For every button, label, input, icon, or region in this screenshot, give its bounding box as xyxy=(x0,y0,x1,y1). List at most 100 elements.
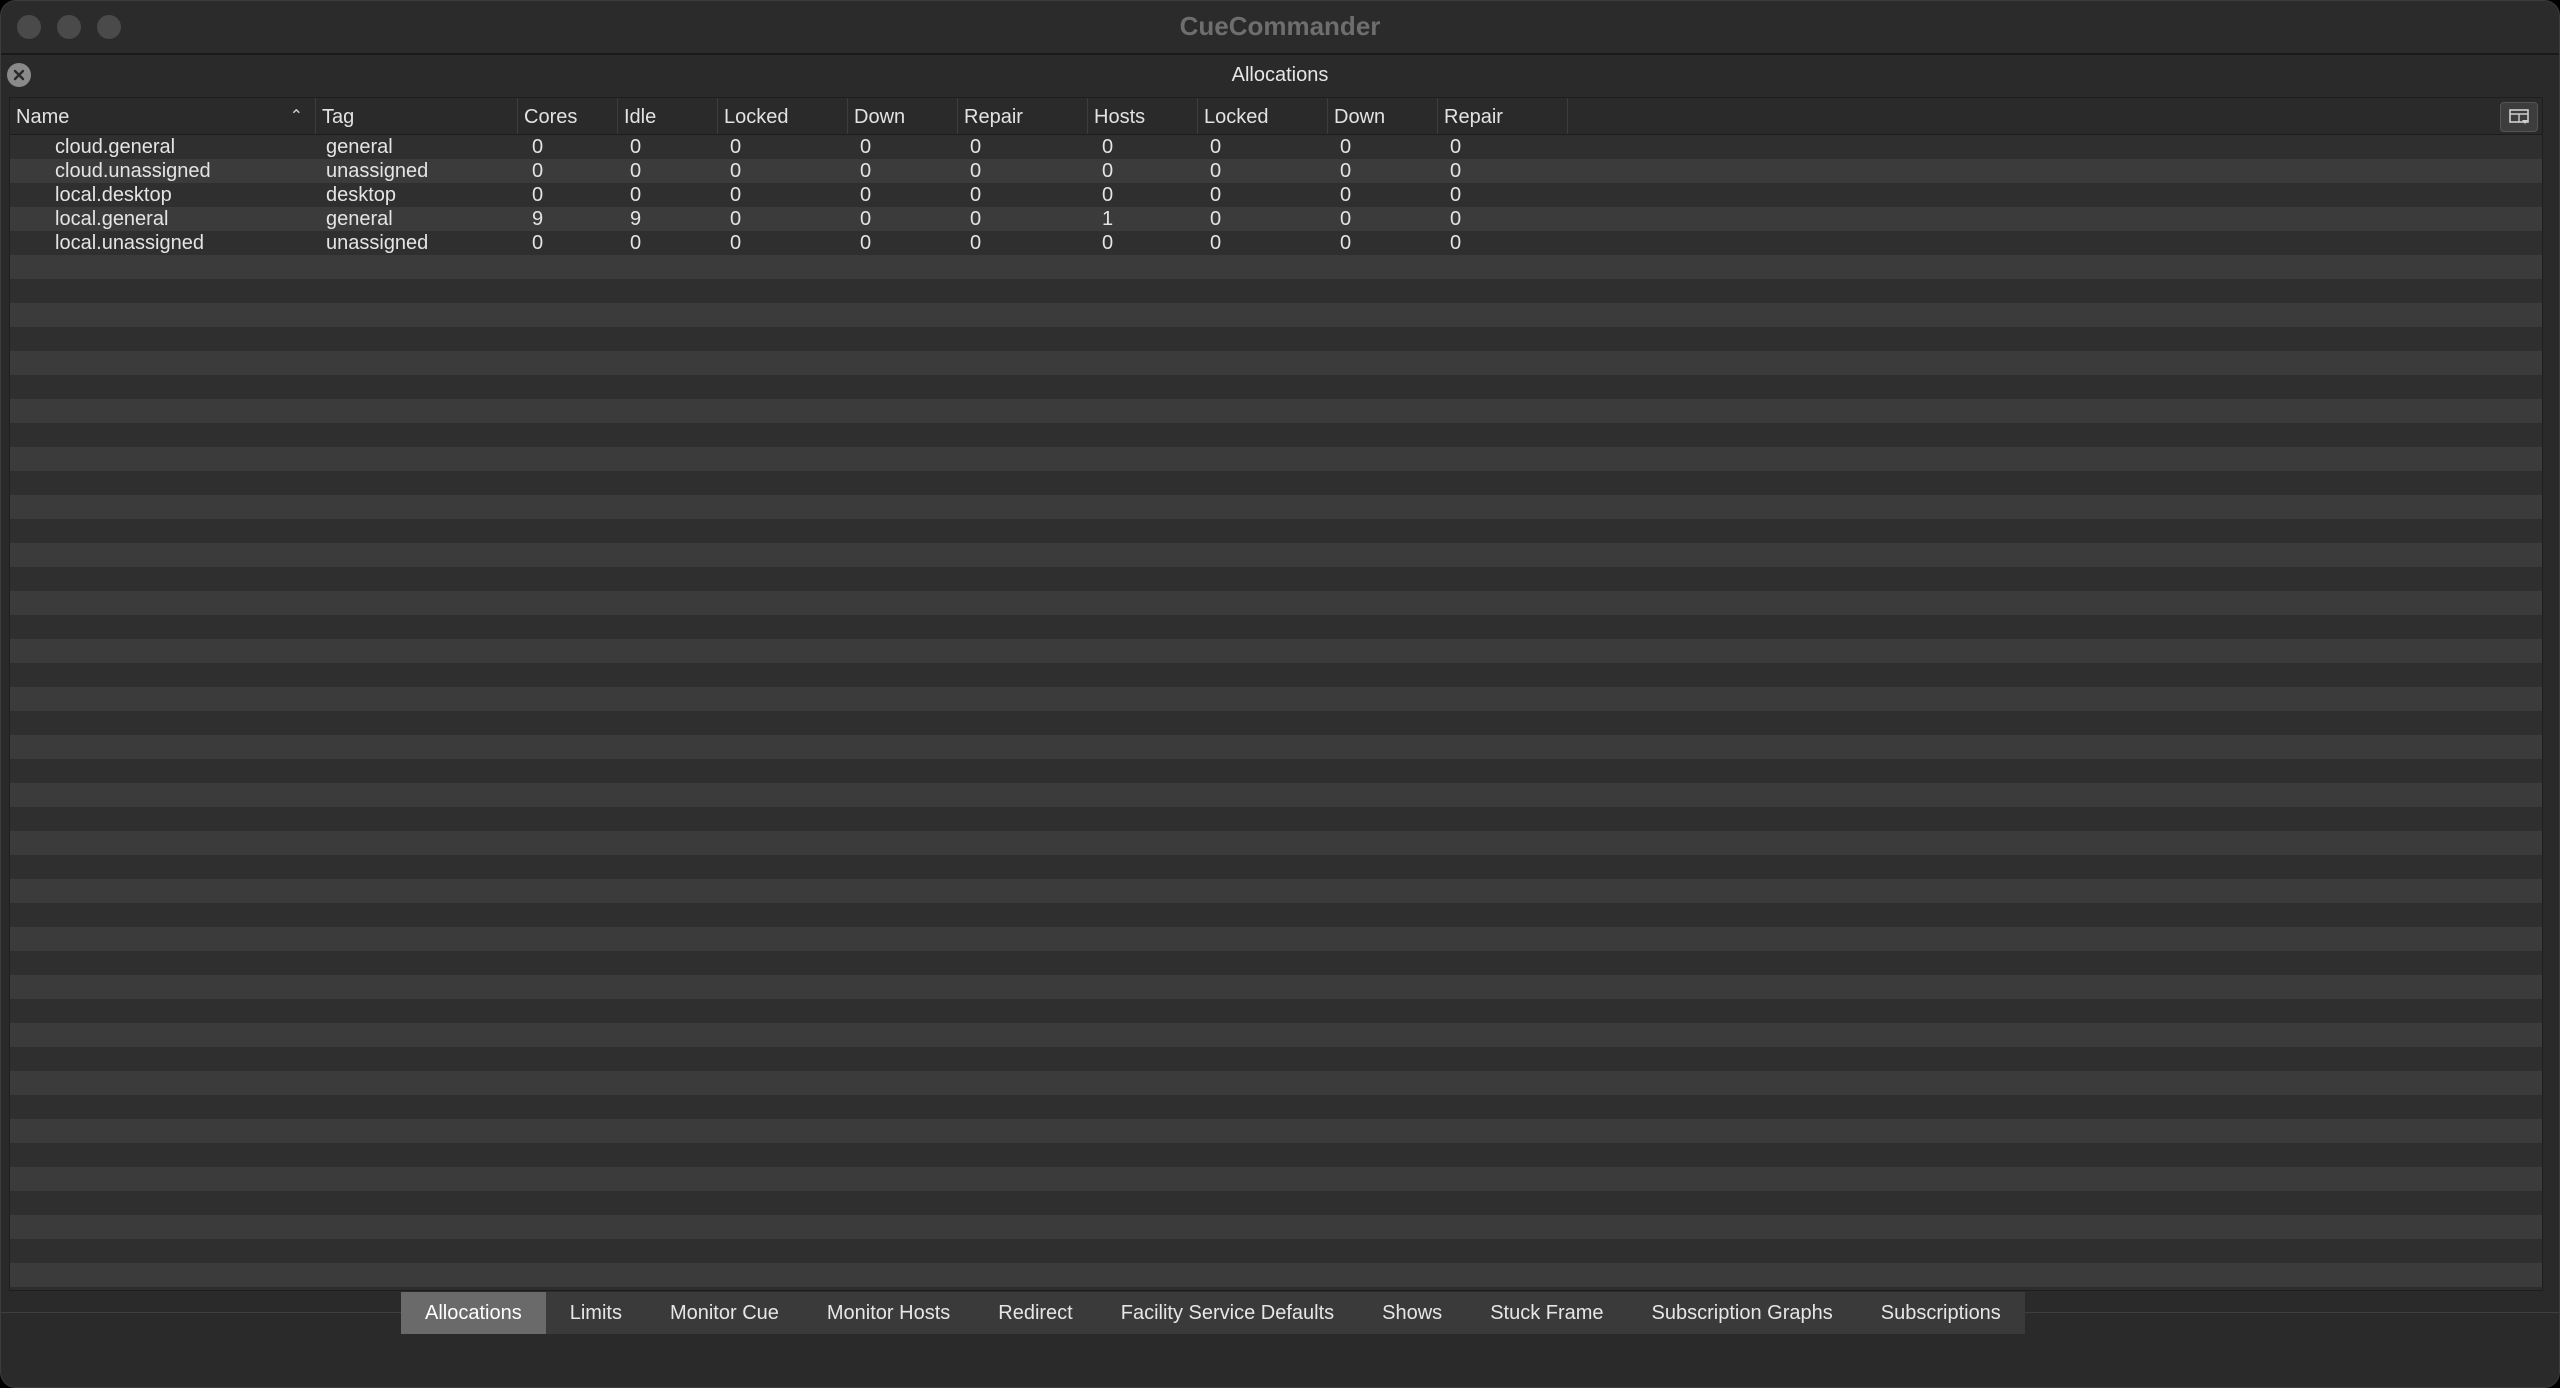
title-bar: CueCommander xyxy=(1,1,2559,55)
cell-cores: 0 xyxy=(532,232,544,254)
column-header-idle-3[interactable]: Idle xyxy=(618,98,718,134)
column-header-repair-10[interactable]: Repair xyxy=(1438,98,1568,134)
cell-repair: 0 xyxy=(970,208,982,230)
column-header-tag-1[interactable]: Tag xyxy=(316,98,518,134)
cell-idle: 0 xyxy=(630,136,642,158)
tab-redirect[interactable]: Redirect xyxy=(974,1292,1096,1334)
cell-tag: unassigned xyxy=(326,232,429,254)
empty-row xyxy=(10,255,2542,279)
tab-monitor-hosts[interactable]: Monitor Hosts xyxy=(803,1292,974,1334)
empty-row xyxy=(10,903,2542,927)
empty-row xyxy=(10,519,2542,543)
cell-down: 0 xyxy=(860,208,872,230)
cell-locked: 0 xyxy=(1210,184,1222,206)
column-header-label: Locked xyxy=(724,106,789,128)
empty-row xyxy=(10,591,2542,615)
empty-row xyxy=(10,1047,2542,1071)
empty-row xyxy=(10,1023,2542,1047)
table-row[interactable]: cloud.unassigned unassigned 0 0 0 0 0 0 0 0 0 xyxy=(10,159,2542,183)
cell-down: 0 xyxy=(1340,160,1352,182)
dock-title: Allocations xyxy=(1231,64,1329,86)
empty-row xyxy=(10,927,2542,951)
cell-locked: 0 xyxy=(730,136,742,158)
cell-down: 0 xyxy=(860,232,872,254)
empty-row xyxy=(10,567,2542,591)
column-header-repair-6[interactable]: Repair xyxy=(958,98,1088,134)
cell-tag: unassigned xyxy=(326,160,429,182)
tab-shows[interactable]: Shows xyxy=(1358,1292,1466,1334)
cell-repair: 0 xyxy=(1450,136,1462,158)
empty-row xyxy=(10,1119,2542,1143)
empty-row xyxy=(10,327,2542,351)
empty-row xyxy=(10,783,2542,807)
column-header-down-5[interactable]: Down xyxy=(848,98,958,134)
cell-cores: 0 xyxy=(532,136,544,158)
empty-row xyxy=(10,279,2542,303)
column-header-label: Down xyxy=(854,106,906,128)
cell-locked: 0 xyxy=(730,184,742,206)
cell-name: cloud.unassigned xyxy=(55,160,211,182)
column-header-locked-8[interactable]: Locked xyxy=(1198,98,1328,134)
table-row[interactable]: local.general general 9 9 0 0 0 1 0 0 0 xyxy=(10,207,2542,231)
tab-monitor-cue[interactable]: Monitor Cue xyxy=(646,1292,803,1334)
empty-row xyxy=(10,1071,2542,1095)
column-header-cores-2[interactable]: Cores xyxy=(518,98,618,134)
table-row[interactable]: local.desktop desktop 0 0 0 0 0 0 0 0 0 xyxy=(10,183,2542,207)
empty-row xyxy=(10,1263,2542,1287)
empty-row xyxy=(10,447,2542,471)
column-header-label: Tag xyxy=(322,106,355,128)
empty-row xyxy=(10,663,2542,687)
cell-locked: 0 xyxy=(1210,232,1222,254)
empty-row xyxy=(10,303,2542,327)
column-header-locked-4[interactable]: Locked xyxy=(718,98,848,134)
cell-locked: 0 xyxy=(1210,208,1222,230)
empty-row xyxy=(10,375,2542,399)
tab-facility-service-defaults[interactable]: Facility Service Defaults xyxy=(1097,1292,1358,1334)
cell-cores: 9 xyxy=(532,208,544,230)
column-header-name-0[interactable]: Name ⌃ xyxy=(10,98,316,134)
cell-cores: 0 xyxy=(532,160,544,182)
app-window: CueCommander Allocations Name ⌃ Tag Cores Id… xyxy=(0,0,2560,1388)
tab-subscription-graphs[interactable]: Subscription Graphs xyxy=(1628,1292,1857,1334)
empty-row xyxy=(10,1239,2542,1263)
column-header-hosts-7[interactable]: Hosts xyxy=(1088,98,1198,134)
table-row[interactable]: cloud.general general 0 0 0 0 0 0 0 0 0 xyxy=(10,135,2542,159)
cell-tag: desktop xyxy=(326,184,397,206)
cell-hosts: 0 xyxy=(1102,136,1114,158)
column-header-down-9[interactable]: Down xyxy=(1328,98,1438,134)
column-menu-button[interactable] xyxy=(2500,102,2538,132)
empty-row xyxy=(10,735,2542,759)
empty-row xyxy=(10,759,2542,783)
empty-row xyxy=(10,615,2542,639)
allocations-table[interactable]: Name ⌃ Tag Cores Idle Locked Down Repair Hosts Lo… xyxy=(9,97,2543,1291)
empty-row xyxy=(10,423,2542,447)
empty-row xyxy=(10,471,2542,495)
sort-ascending-icon: ⌃ xyxy=(289,108,303,125)
cell-locked: 0 xyxy=(730,160,742,182)
cell-repair: 0 xyxy=(970,136,982,158)
empty-row xyxy=(10,855,2542,879)
cell-repair: 0 xyxy=(970,160,982,182)
column-menu-icon xyxy=(2509,109,2529,124)
column-header-label: Down xyxy=(1334,106,1386,128)
empty-row xyxy=(10,1095,2542,1119)
empty-row xyxy=(10,975,2542,999)
tab-limits[interactable]: Limits xyxy=(546,1292,646,1334)
column-header-label: Idle xyxy=(624,106,657,128)
empty-row xyxy=(10,543,2542,567)
cell-repair: 0 xyxy=(1450,208,1462,230)
table-row[interactable]: local.unassigned unassigned 0 0 0 0 0 0 0 0 0 xyxy=(10,231,2542,255)
cell-down: 0 xyxy=(1340,136,1352,158)
tab-subscriptions[interactable]: Subscriptions xyxy=(1857,1292,2025,1334)
cell-name: cloud.general xyxy=(55,136,176,158)
window-title: CueCommander xyxy=(1179,11,1381,41)
column-header-label: Repair xyxy=(964,106,1023,128)
empty-row xyxy=(10,639,2542,663)
cell-locked: 0 xyxy=(730,208,742,230)
tab-allocations[interactable]: Allocations xyxy=(401,1292,546,1334)
cell-down: 0 xyxy=(860,136,872,158)
cell-tag: general xyxy=(326,208,393,230)
tab-stuck-frame[interactable]: Stuck Frame xyxy=(1466,1292,1627,1334)
empty-row xyxy=(10,1143,2542,1167)
empty-row xyxy=(10,999,2542,1023)
